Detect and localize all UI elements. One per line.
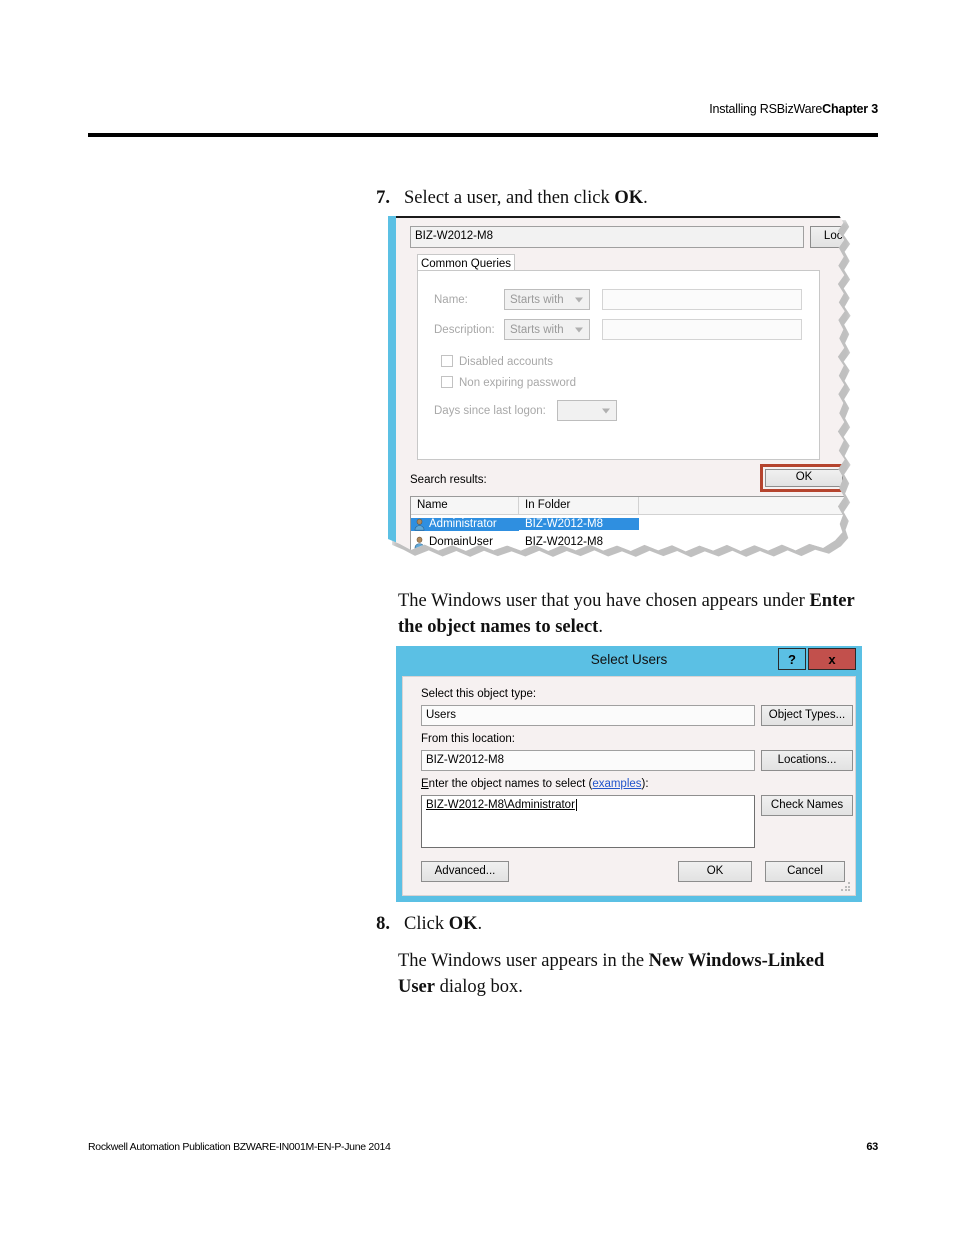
select-users-dialog: Select Users ? x Select this object type…	[396, 646, 862, 902]
step-8-text-bold: OK	[448, 914, 478, 934]
object-names-label-rest: nter the object names to select (	[428, 778, 593, 790]
days-since-last-logon-combo[interactable]	[557, 400, 617, 421]
object-type-field[interactable]: Users	[421, 705, 755, 726]
step-7-text: Select a user, and then click OK.	[404, 186, 846, 211]
page-number: 63	[866, 1141, 878, 1153]
page-header: Installing RSBizWareChapter 3	[88, 102, 878, 116]
location-field[interactable]: BIZ-W2012-M8	[421, 750, 755, 771]
paragraph-after-find-dialog: The Windows user that you have chosen ap…	[398, 588, 876, 640]
examples-link[interactable]: examples	[592, 778, 641, 790]
row-name-cell: Administrator	[411, 517, 519, 531]
object-names-label: Enter the object names to select (exampl…	[421, 778, 649, 790]
step-8-number: 8.	[376, 914, 390, 934]
row-folder-cell: BIZ-W2012-M8	[519, 518, 639, 530]
locations-button[interactable]: Locations...	[761, 750, 853, 771]
para2-before: The Windows user appears in the	[398, 951, 649, 971]
row-name-text: Administrator	[429, 518, 497, 530]
text-caret	[575, 799, 577, 811]
header-chapter: Chapter 3	[822, 102, 878, 116]
cancel-button[interactable]: Cancel	[765, 861, 845, 882]
header-title: Installing RSBizWare	[709, 102, 823, 116]
location-label: From this location:	[421, 733, 515, 745]
find-location-field[interactable]: BIZ-W2012-M8	[410, 226, 804, 248]
advanced-button[interactable]: Advanced...	[421, 861, 509, 882]
column-header-in-folder[interactable]: In Folder	[519, 497, 639, 514]
find-ok-button[interactable]: OK	[765, 469, 843, 487]
find-dialog-client: BIZ-W2012-M8 Locat Common Queries Name: …	[396, 218, 845, 552]
footer-publication-text: Rockwell Automation Publication BZWARE-I…	[88, 1141, 391, 1153]
row-name-text: DomainUser	[429, 536, 493, 548]
object-types-button[interactable]: Object Types...	[761, 705, 853, 726]
torn-edge-body: BIZ-W2012-M8 Locat Common Queries Name: …	[388, 216, 845, 552]
chevron-down-icon	[575, 297, 583, 302]
disabled-accounts-checkbox[interactable]: Disabled accounts	[441, 352, 553, 370]
find-users-screenshot: BIZ-W2012-M8 Locat Common Queries Name: …	[388, 216, 858, 564]
name-value-field[interactable]	[602, 289, 802, 310]
window-left-border	[388, 216, 396, 552]
chevron-down-icon	[575, 327, 583, 332]
para2-after: dialog box.	[434, 977, 523, 997]
non-expiring-password-label: Non expiring password	[459, 377, 576, 389]
checkbox-box-icon	[441, 376, 453, 388]
days-since-last-logon-label: Days since last logon:	[434, 405, 546, 417]
name-label: Name:	[434, 294, 468, 306]
name-operator-combo[interactable]: Starts with	[504, 289, 590, 310]
disabled-accounts-label: Disabled accounts	[459, 356, 553, 368]
column-header-name[interactable]: Name	[411, 497, 519, 514]
close-button[interactable]: x	[808, 648, 856, 670]
page-footer: 63 Rockwell Automation Publication BZWAR…	[88, 1141, 878, 1153]
check-names-button[interactable]: Check Names	[761, 795, 853, 816]
step-8-text-before: Click	[404, 914, 449, 934]
description-operator-value: Starts with	[510, 323, 564, 336]
user-icon	[414, 518, 425, 530]
object-names-label-suffix: ):	[641, 778, 649, 790]
tab-active-cover	[418, 272, 514, 274]
table-row[interactable]: Administrator BIZ-W2012-M8	[411, 515, 845, 533]
help-button[interactable]: ?	[778, 648, 806, 670]
step-7-number: 7.	[376, 188, 390, 208]
para1-after: .	[598, 617, 603, 637]
non-expiring-password-checkbox[interactable]: Non expiring password	[441, 373, 576, 391]
resize-grip-icon[interactable]	[840, 881, 851, 892]
checkbox-box-icon	[441, 355, 453, 367]
description-label: Description:	[434, 324, 495, 336]
step-8-text: Click OK.	[404, 912, 846, 937]
search-results-label: Search results:	[410, 474, 487, 486]
name-operator-value: Starts with	[510, 293, 564, 306]
description-value-field[interactable]	[602, 319, 802, 340]
paragraph-after-select-users: The Windows user appears in the New Wind…	[398, 948, 848, 1000]
chevron-down-icon	[602, 408, 610, 413]
description-operator-combo[interactable]: Starts with	[504, 319, 590, 340]
step-7-text-bold: OK	[614, 188, 644, 208]
ok-button[interactable]: OK	[678, 861, 752, 882]
dialog-client-area: Select this object type: Users Object Ty…	[402, 676, 856, 896]
object-names-textarea[interactable]: BIZ-W2012-M8\Administrator	[421, 795, 755, 848]
step-8-text-after: .	[477, 914, 483, 934]
header-rule	[88, 133, 878, 137]
step-7-text-before: Select a user, and then click	[404, 188, 615, 208]
step-7: 7. Select a user, and then click OK.	[366, 186, 846, 211]
object-names-label-accel: E	[421, 778, 429, 790]
para1-before: The Windows user that you have chosen ap…	[398, 591, 810, 611]
step-7-text-after: .	[643, 188, 648, 208]
object-names-value: BIZ-W2012-M8\Administrator	[426, 799, 575, 811]
object-type-label: Select this object type:	[421, 688, 537, 700]
list-header-row: Name In Folder	[411, 497, 845, 515]
step-8: 8. Click OK.	[366, 912, 846, 937]
